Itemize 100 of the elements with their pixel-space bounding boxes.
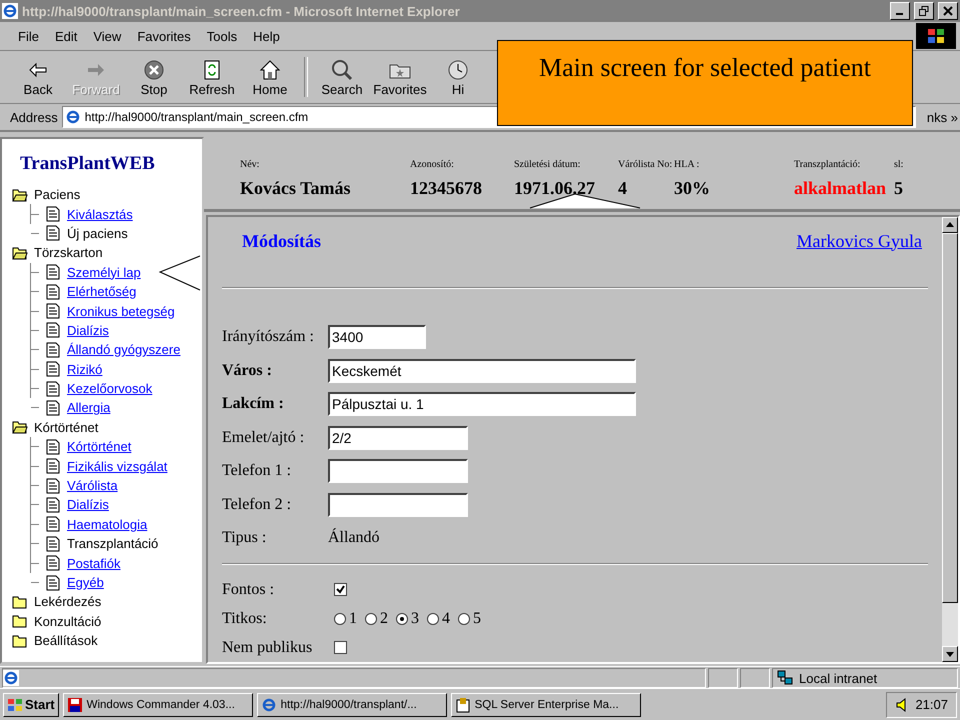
- tree-link[interactable]: Elérhetőség: [67, 284, 136, 300]
- document-icon: [45, 400, 61, 416]
- menu-item[interactable]: Help: [245, 28, 288, 44]
- links-label[interactable]: nks »: [920, 110, 960, 124]
- field-label: Fontos :: [222, 580, 276, 598]
- tree-link[interactable]: Várólista: [67, 478, 118, 494]
- toolbar-button[interactable]: Home: [242, 58, 298, 96]
- document-icon: [45, 225, 61, 242]
- status-pane: [740, 668, 770, 688]
- start-button[interactable]: Start: [3, 692, 59, 716]
- field-label: Transzplantáció:: [794, 158, 862, 170]
- menu-item[interactable]: Edit: [46, 28, 86, 44]
- callout-tooltip: Main screen for selected patient: [497, 40, 913, 126]
- clock-icon: [446, 58, 470, 82]
- close-icon: [943, 6, 953, 16]
- tree-item[interactable]: Transzplantáció: [67, 536, 158, 552]
- field-label: HLA :: [674, 158, 700, 170]
- document-icon: [45, 555, 61, 572]
- document-icon: [45, 478, 61, 494]
- field-value: alkalmatlan: [794, 178, 888, 198]
- checkbox[interactable]: [334, 583, 347, 596]
- radio-option[interactable]: 5: [458, 610, 481, 628]
- tree-folder[interactable]: Kórtörténet: [34, 420, 98, 435]
- windows-logo-icon: [7, 698, 23, 712]
- menu-item[interactable]: View: [85, 28, 130, 44]
- tree-folder[interactable]: Lekérdezés: [34, 594, 102, 610]
- tree-link[interactable]: Fizikális vizsgálat: [67, 458, 168, 474]
- input-field[interactable]: [328, 492, 468, 517]
- tree-link[interactable]: Allergia: [67, 400, 110, 416]
- toolbar-button[interactable]: Favorites: [372, 58, 428, 96]
- down-arrow-icon[interactable]: [946, 652, 954, 656]
- radio-option[interactable]: 2: [365, 610, 388, 628]
- tree-link[interactable]: Dialízis: [67, 322, 109, 338]
- up-arrow-icon[interactable]: [946, 222, 954, 227]
- stop-icon: [142, 58, 166, 82]
- browser-icon: [2, 3, 18, 19]
- tree-link[interactable]: Kórtörténet: [67, 439, 132, 454]
- document-icon: [45, 342, 61, 358]
- restore-icon: [919, 6, 929, 16]
- field-label: Név:: [240, 158, 260, 170]
- checkbox[interactable]: [334, 641, 347, 654]
- form-title: Módosítás: [242, 230, 322, 252]
- taskbar-button[interactable]: http://hal9000/transplant/...: [256, 692, 447, 716]
- field-label: Emelet/ajtó :: [222, 428, 306, 447]
- tree-link[interactable]: Kronikus betegség: [67, 304, 175, 319]
- document-icon: [45, 380, 61, 397]
- tree-link[interactable]: Személyi lap: [67, 264, 141, 280]
- field-label: Nem publikus: [222, 638, 314, 656]
- zone-label: Local intranet: [799, 670, 878, 686]
- radio-option[interactable]: 3: [396, 610, 419, 628]
- document-icon: [45, 496, 61, 513]
- status-pane: [708, 668, 738, 688]
- toolbar-button[interactable]: Stop: [126, 58, 182, 96]
- tree-link[interactable]: Rizikó: [67, 362, 102, 377]
- menu-item[interactable]: File: [10, 28, 47, 44]
- user-link[interactable]: Markovics Gyula: [796, 230, 922, 286]
- input-field[interactable]: Pálpusztai u. 1: [328, 392, 636, 416]
- search-icon: [330, 58, 354, 82]
- radio-option[interactable]: 4: [427, 610, 450, 628]
- tree-link[interactable]: Egyéb: [67, 575, 104, 590]
- restore-button[interactable]: [914, 2, 934, 20]
- callout-pointer: [159, 255, 201, 291]
- input-field[interactable]: [328, 459, 468, 484]
- document-icon: [45, 206, 61, 222]
- clock: 21:07: [915, 697, 948, 712]
- tree-folder[interactable]: Konzultáció: [34, 614, 102, 629]
- radio-option[interactable]: 1: [334, 610, 357, 628]
- input-field[interactable]: 2/2: [328, 426, 468, 450]
- address-label: Address: [10, 110, 58, 124]
- menu-item[interactable]: Favorites: [129, 28, 199, 44]
- tree-item[interactable]: Új paciens: [67, 226, 128, 241]
- tree-folder[interactable]: Paciens: [34, 187, 80, 202]
- toolbar-button[interactable]: Search: [314, 58, 370, 96]
- field-label: Város :: [222, 362, 273, 380]
- checkmark-icon: [336, 585, 345, 594]
- close-button[interactable]: [938, 2, 958, 20]
- document-icon: [45, 438, 61, 455]
- document-icon: [45, 303, 61, 320]
- tree-link[interactable]: Állandó gyógyszere: [67, 342, 180, 358]
- taskbar-button[interactable]: SQL Server Enterprise Ma...: [450, 692, 641, 716]
- tree-link[interactable]: Haematologia: [67, 516, 148, 532]
- scrollbar[interactable]: [942, 216, 958, 662]
- menu-item[interactable]: Tools: [198, 28, 246, 44]
- input-field[interactable]: Kecskemét: [328, 358, 636, 383]
- tree-link[interactable]: Dialízis: [67, 497, 109, 512]
- tree-folder[interactable]: Törzskarton: [34, 245, 103, 260]
- tree-link[interactable]: Kezelőorvosok: [67, 381, 152, 396]
- toolbar-button[interactable]: Refresh: [184, 58, 240, 96]
- toolbar-button[interactable]: Back: [10, 58, 66, 96]
- field-label: Telefon 1 :: [222, 462, 292, 480]
- toolbar-button[interactable]: Hi: [430, 58, 486, 96]
- minimize-button[interactable]: [890, 2, 910, 20]
- tree-folder[interactable]: Beállítások: [34, 633, 98, 648]
- taskbar-button[interactable]: Windows Commander 4.03...: [62, 692, 253, 716]
- page-icon: [64, 109, 81, 125]
- browser-icon: [260, 696, 277, 712]
- document-icon: [45, 284, 61, 300]
- tree-link[interactable]: Postafiók: [67, 556, 120, 571]
- input-field[interactable]: 3400: [328, 325, 426, 350]
- tree-link[interactable]: Kiválasztás: [67, 206, 133, 222]
